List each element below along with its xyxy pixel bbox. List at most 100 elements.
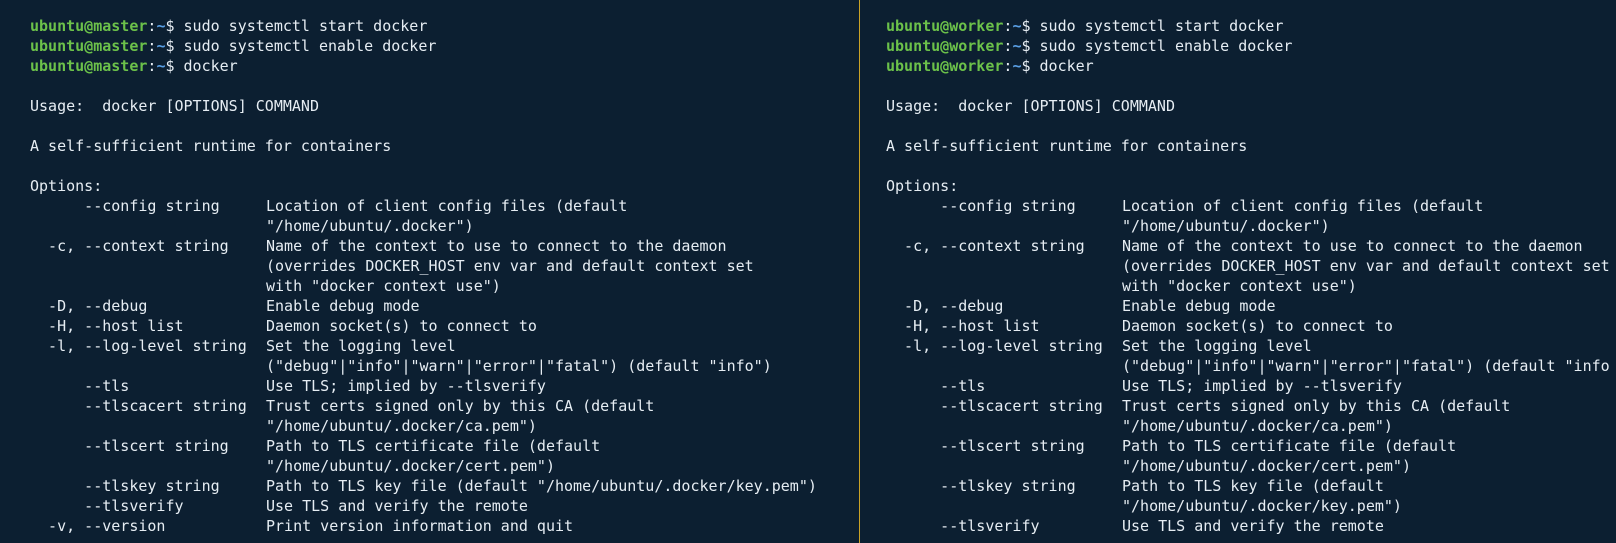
- option-flag: --tls: [886, 377, 986, 395]
- option-row: with "docker context use"): [30, 276, 860, 296]
- usage-line: Usage: docker [OPTIONS] COMMAND: [886, 97, 1175, 115]
- option-flag: --tlscert string: [30, 437, 229, 455]
- option-row: "/home/ubuntu/.docker/key.pem"): [886, 496, 1616, 516]
- option-row: "/home/ubuntu/.docker"): [30, 216, 860, 236]
- option-description: Set the logging level: [266, 337, 456, 355]
- option-description: Location of client config files (default: [266, 197, 628, 215]
- option-row: --config string Location of client config…: [30, 196, 860, 216]
- command-text: sudo systemctl start docker: [1039, 17, 1284, 35]
- prompt-user-host: ubuntu@worker: [886, 37, 1004, 55]
- description-line: A self-sufficient runtime for containers: [30, 137, 392, 155]
- prompt-user-host: ubuntu@master: [30, 37, 148, 55]
- option-row: -H, --host list Daemon socket(s) to conne…: [886, 316, 1616, 336]
- option-row: "/home/ubuntu/.docker"): [886, 216, 1616, 236]
- option-flag: --tlsverify: [30, 497, 184, 515]
- option-flag: -D, --debug: [30, 297, 148, 315]
- prompt-symbol: $: [1021, 57, 1040, 75]
- option-description: Use TLS; implied by --tlsverify: [266, 377, 546, 395]
- prompt-line: ubuntu@worker:~$ docker: [886, 56, 1616, 76]
- option-row: --tlscacert string Trust certs signed onl…: [886, 396, 1616, 416]
- option-description: Set the logging level: [1122, 337, 1312, 355]
- option-row: -c, --context string Name of the context …: [886, 236, 1616, 256]
- option-row: --tlsverify Use TLS and verify the remote: [30, 496, 860, 516]
- command-text: sudo systemctl start docker: [183, 17, 428, 35]
- option-row: --tlsverify Use TLS and verify the remote: [886, 516, 1616, 536]
- prompt-user-host: ubuntu@master: [30, 57, 148, 75]
- option-description: "/home/ubuntu/.docker/cert.pem"): [266, 457, 555, 475]
- option-description: ("debug"|"info"|"warn"|"error"|"fatal") …: [266, 357, 772, 375]
- option-description: Location of client config files (default: [1122, 197, 1484, 215]
- option-description: Enable debug mode: [1122, 297, 1276, 315]
- option-row: -v, --version Print version information a…: [30, 516, 860, 536]
- terminal-pane-master[interactable]: ubuntu@master:~$ sudo systemctl start do…: [0, 0, 860, 543]
- option-row: -l, --log-level string Set the logging le…: [886, 336, 1616, 356]
- option-row: --tls Use TLS; implied by --tlsverify: [886, 376, 1616, 396]
- option-description: (overrides DOCKER_HOST env var and defau…: [1122, 257, 1610, 275]
- option-row: "/home/ubuntu/.docker/ca.pem"): [886, 416, 1616, 436]
- option-description: "/home/ubuntu/.docker"): [266, 217, 474, 235]
- option-flag: --tlsverify: [886, 517, 1040, 535]
- terminal-split-view: ubuntu@master:~$ sudo systemctl start do…: [0, 0, 1616, 543]
- option-row: -H, --host list Daemon socket(s) to conne…: [30, 316, 860, 336]
- prompt-user-host: ubuntu@worker: [886, 17, 1004, 35]
- prompt-symbol: $: [165, 57, 184, 75]
- option-row: -D, --debug Enable debug mode: [30, 296, 860, 316]
- option-flag: --tlskey string: [30, 477, 220, 495]
- option-description: Path to TLS key file (default: [1122, 477, 1384, 495]
- option-description: "/home/ubuntu/.docker/key.pem"): [1122, 497, 1402, 515]
- prompt-symbol: $: [1021, 37, 1040, 55]
- option-row: -c, --context string Name of the context …: [30, 236, 860, 256]
- option-row: "/home/ubuntu/.docker/ca.pem"): [30, 416, 860, 436]
- option-row: "/home/ubuntu/.docker/cert.pem"): [30, 456, 860, 476]
- option-flag: --tlscacert string: [886, 397, 1103, 415]
- option-row: --tlscacert string Trust certs signed onl…: [30, 396, 860, 416]
- option-description: Path to TLS certificate file (default: [1122, 437, 1457, 455]
- option-description: with "docker context use"): [1122, 277, 1357, 295]
- option-description: Name of the context to use to connect to…: [266, 237, 727, 255]
- option-flag: --tlscert string: [886, 437, 1085, 455]
- prompt-line: ubuntu@worker:~$ sudo systemctl start do…: [886, 16, 1616, 36]
- option-row: with "docker context use"): [886, 276, 1616, 296]
- option-flag: --config string: [30, 197, 220, 215]
- option-description: Path to TLS certificate file (default: [266, 437, 601, 455]
- option-row: (overrides DOCKER_HOST env var and defau…: [30, 256, 860, 276]
- option-description: Use TLS and verify the remote: [266, 497, 528, 515]
- option-description: Use TLS and verify the remote: [1122, 517, 1384, 535]
- prompt-line: ubuntu@master:~$ docker: [30, 56, 860, 76]
- prompt-line: ubuntu@master:~$ sudo systemctl enable d…: [30, 36, 860, 56]
- option-description: Daemon socket(s) to connect to: [266, 317, 537, 335]
- usage-line: Usage: docker [OPTIONS] COMMAND: [30, 97, 319, 115]
- option-row: --config string Location of client config…: [886, 196, 1616, 216]
- option-description: "/home/ubuntu/.docker/ca.pem"): [266, 417, 537, 435]
- terminal-output-worker: ubuntu@worker:~$ sudo systemctl start do…: [886, 16, 1616, 536]
- option-description: "/home/ubuntu/.docker/ca.pem"): [1122, 417, 1393, 435]
- option-row: -D, --debug Enable debug mode: [886, 296, 1616, 316]
- option-description: Trust certs signed only by this CA (defa…: [266, 397, 655, 415]
- option-row: --tlscert string Path to TLS certificate …: [30, 436, 860, 456]
- description-line: A self-sufficient runtime for containers: [886, 137, 1248, 155]
- option-flag: --tls: [30, 377, 130, 395]
- prompt-symbol: $: [165, 17, 184, 35]
- prompt-user-host: ubuntu@worker: [886, 57, 1004, 75]
- option-flag: -l, --log-level string: [30, 337, 247, 355]
- option-flag: -l, --log-level string: [886, 337, 1103, 355]
- option-flag: --tlskey string: [886, 477, 1076, 495]
- option-flag: -c, --context string: [886, 237, 1085, 255]
- prompt-line: ubuntu@master:~$ sudo systemctl start do…: [30, 16, 860, 36]
- option-row: "/home/ubuntu/.docker/cert.pem"): [886, 456, 1616, 476]
- option-description: Enable debug mode: [266, 297, 420, 315]
- option-flag: -c, --context string: [30, 237, 229, 255]
- option-description: Name of the context to use to connect to…: [1122, 237, 1583, 255]
- option-row: --tlskey string Path to TLS key file (def…: [886, 476, 1616, 496]
- prompt-symbol: $: [165, 37, 184, 55]
- terminal-pane-worker[interactable]: ubuntu@worker:~$ sudo systemctl start do…: [860, 0, 1616, 543]
- option-row: --tls Use TLS; implied by --tlsverify: [30, 376, 860, 396]
- prompt-line: ubuntu@worker:~$ sudo systemctl enable d…: [886, 36, 1616, 56]
- option-row: --tlscert string Path to TLS certificate …: [886, 436, 1616, 456]
- option-description: "/home/ubuntu/.docker/cert.pem"): [1122, 457, 1411, 475]
- option-row: --tlskey string Path to TLS key file (def…: [30, 476, 860, 496]
